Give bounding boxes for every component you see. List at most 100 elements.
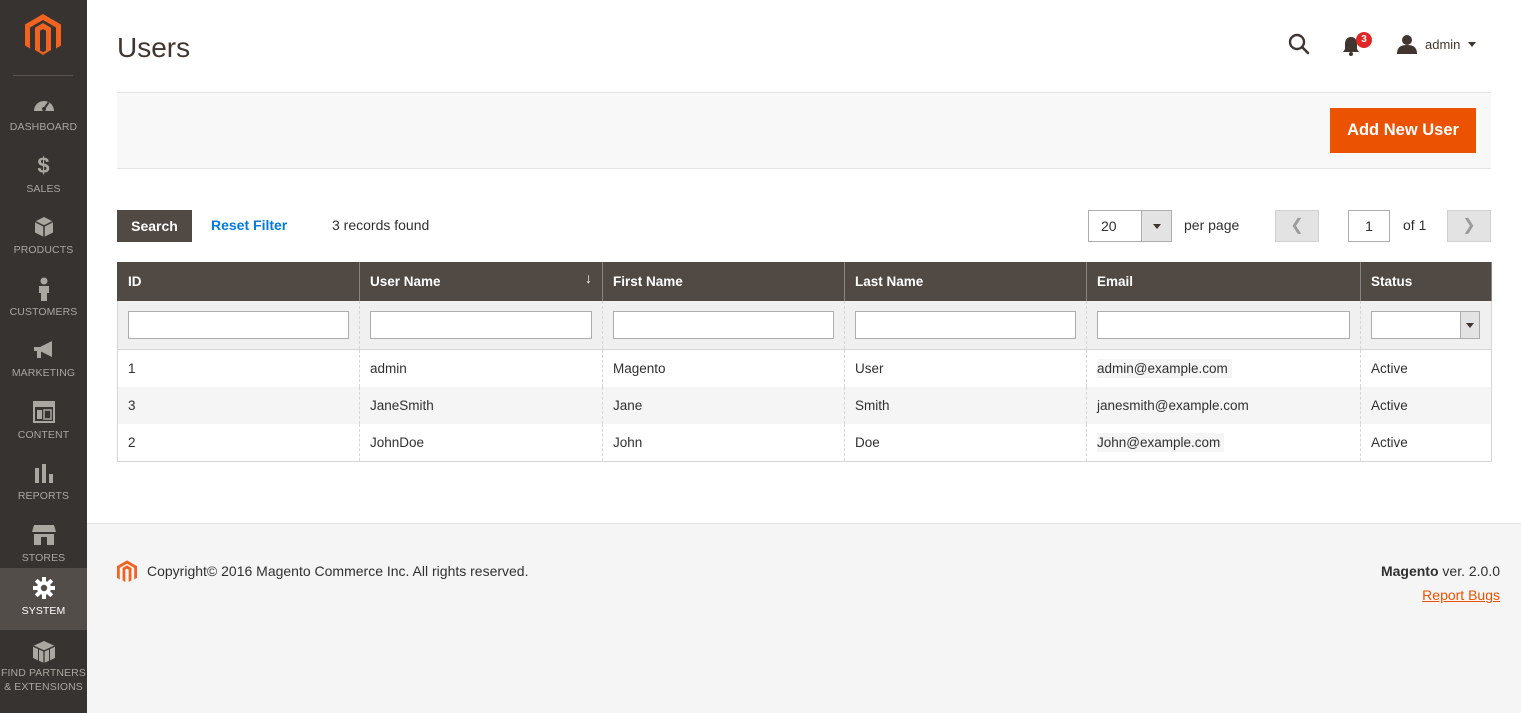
column-header-label: User Name: [370, 274, 441, 289]
column-header-id[interactable]: ID: [117, 262, 360, 301]
cell-user-name: admin: [359, 349, 603, 387]
reset-filter-link[interactable]: Reset Filter: [211, 217, 287, 233]
user-icon: [1397, 35, 1417, 54]
sidebar-item-system[interactable]: SYSTEM: [0, 568, 87, 630]
cell-last-name: Doe: [844, 424, 1087, 462]
email-value: John@example.com: [1097, 433, 1225, 452]
box-icon: [34, 217, 53, 237]
previous-page-button[interactable]: ❮: [1275, 210, 1319, 242]
filter-email-input[interactable]: [1097, 310, 1350, 339]
sidebar-label: PRODUCTS: [13, 244, 74, 256]
person-icon: [38, 277, 49, 301]
chevron-down-icon: [1141, 211, 1171, 241]
sidebar-item-dashboard[interactable]: DASHBOARD: [0, 84, 87, 146]
version-number: ver. 2.0.0: [1438, 563, 1500, 579]
sidebar-label: MARKETING: [11, 367, 76, 379]
storefront-icon: [31, 525, 56, 545]
report-bugs-link[interactable]: Report Bugs: [1422, 587, 1500, 603]
version-info: Magento ver. 2.0.0: [1381, 563, 1500, 579]
sidebar-label: CUSTOMERS: [9, 306, 78, 318]
add-new-user-button[interactable]: Add New User: [1330, 108, 1476, 153]
user-account-menu[interactable]: admin: [1397, 33, 1477, 55]
layout-icon: [32, 401, 55, 423]
gear-icon: [32, 577, 55, 599]
blocks-icon: [32, 641, 55, 663]
cell-status: Active: [1360, 349, 1492, 387]
filter-status-select[interactable]: [1371, 310, 1480, 339]
chevron-down-icon: [1468, 41, 1477, 47]
cell-last-name: User: [844, 349, 1087, 387]
chevron-right-icon: ❯: [1462, 217, 1476, 234]
table-row[interactable]: 1 admin Magento User admin@example.com A…: [117, 349, 1492, 387]
cell-status: Active: [1360, 386, 1492, 424]
column-header-last-name[interactable]: Last Name: [844, 262, 1087, 301]
page-title: Users: [117, 32, 191, 63]
sidebar-item-products[interactable]: PRODUCTS: [0, 207, 87, 269]
admin-sidebar: DASHBOARD $ SALES PRODUCTS CUSTOMERS MAR…: [0, 0, 87, 713]
cell-user-name: JaneSmith: [359, 386, 603, 424]
sidebar-label-line2: & EXTENSIONS: [4, 681, 83, 693]
logo-divider: [13, 75, 73, 76]
sidebar-item-sales[interactable]: $ SALES: [0, 146, 87, 208]
page-number-input[interactable]: [1348, 210, 1390, 242]
magento-logo[interactable]: [0, 0, 87, 76]
filter-first-name-input[interactable]: [613, 310, 834, 339]
global-search-button[interactable]: [1288, 33, 1310, 55]
table-row[interactable]: 3 JaneSmith Jane Smith janesmith@example…: [117, 386, 1492, 424]
grid-filter-row: [117, 301, 1492, 350]
sidebar-item-reports[interactable]: REPORTS: [0, 453, 87, 515]
per-page-select[interactable]: 20: [1088, 210, 1172, 242]
bar-chart-icon: [34, 464, 53, 483]
cell-first-name: Magento: [602, 349, 845, 387]
cell-status: Active: [1360, 424, 1492, 462]
sidebar-label: SALES: [26, 183, 61, 195]
chevron-down-icon: [1460, 311, 1479, 338]
records-found-count: 3 records found: [332, 217, 430, 233]
dollar-icon: $: [37, 153, 50, 178]
next-page-button[interactable]: ❯: [1447, 210, 1491, 242]
column-header-user-name[interactable]: User Name ↓: [359, 262, 603, 301]
sidebar-label: FIND PARTNERS & EXTENSIONS: [0, 666, 87, 694]
filter-id-input[interactable]: [128, 310, 349, 339]
sidebar-label: SYSTEM: [21, 605, 66, 617]
cell-email: admin@example.com: [1086, 349, 1361, 387]
cell-email: John@example.com: [1086, 424, 1361, 462]
per-page-value: 20: [1101, 218, 1117, 234]
megaphone-icon: [33, 341, 52, 358]
column-header-email[interactable]: Email: [1086, 262, 1361, 301]
sidebar-label: DASHBOARD: [9, 121, 78, 133]
sidebar-item-find-partners[interactable]: FIND PARTNERS & EXTENSIONS: [0, 636, 87, 698]
column-header-status[interactable]: Status: [1360, 262, 1492, 301]
cell-user-name: JohnDoe: [359, 424, 603, 462]
notifications-count-badge: 3: [1356, 32, 1372, 48]
search-icon: [1288, 33, 1310, 55]
sidebar-item-customers[interactable]: CUSTOMERS: [0, 269, 87, 331]
cell-last-name: Smith: [844, 386, 1087, 424]
column-header-first-name[interactable]: First Name: [602, 262, 845, 301]
cell-first-name: John: [602, 424, 845, 462]
filter-cell: [1086, 301, 1361, 350]
sidebar-item-content[interactable]: CONTENT: [0, 392, 87, 454]
user-name: admin: [1425, 36, 1461, 52]
sidebar-label: CONTENT: [17, 429, 70, 441]
filter-last-name-input[interactable]: [855, 310, 1076, 339]
sidebar-item-marketing[interactable]: MARKETING: [0, 330, 87, 392]
page-actions-bar: [117, 92, 1491, 169]
filter-user-name-input[interactable]: [370, 310, 592, 339]
cell-email: janesmith@example.com: [1086, 386, 1361, 424]
filter-cell: [117, 301, 360, 350]
per-page-label: per page: [1184, 217, 1240, 233]
brand-name: Magento: [1380, 563, 1439, 579]
cell-id: 1: [117, 349, 360, 387]
email-value: admin@example.com: [1097, 358, 1232, 378]
search-button[interactable]: Search: [117, 210, 192, 242]
magento-logo-icon: [25, 14, 61, 55]
filter-cell: [1360, 301, 1492, 350]
table-row[interactable]: 2 JohnDoe John Doe John@example.com Acti…: [117, 424, 1492, 462]
sidebar-label-line1: FIND PARTNERS: [1, 667, 86, 679]
magento-logo-icon: [117, 560, 137, 582]
users-grid: ID User Name ↓ First Name Last Name Email…: [117, 262, 1492, 462]
sidebar-label: REPORTS: [17, 490, 70, 502]
copyright-text: Copyright© 2016 Magento Commerce Inc. Al…: [147, 563, 529, 579]
filter-cell: [359, 301, 603, 350]
